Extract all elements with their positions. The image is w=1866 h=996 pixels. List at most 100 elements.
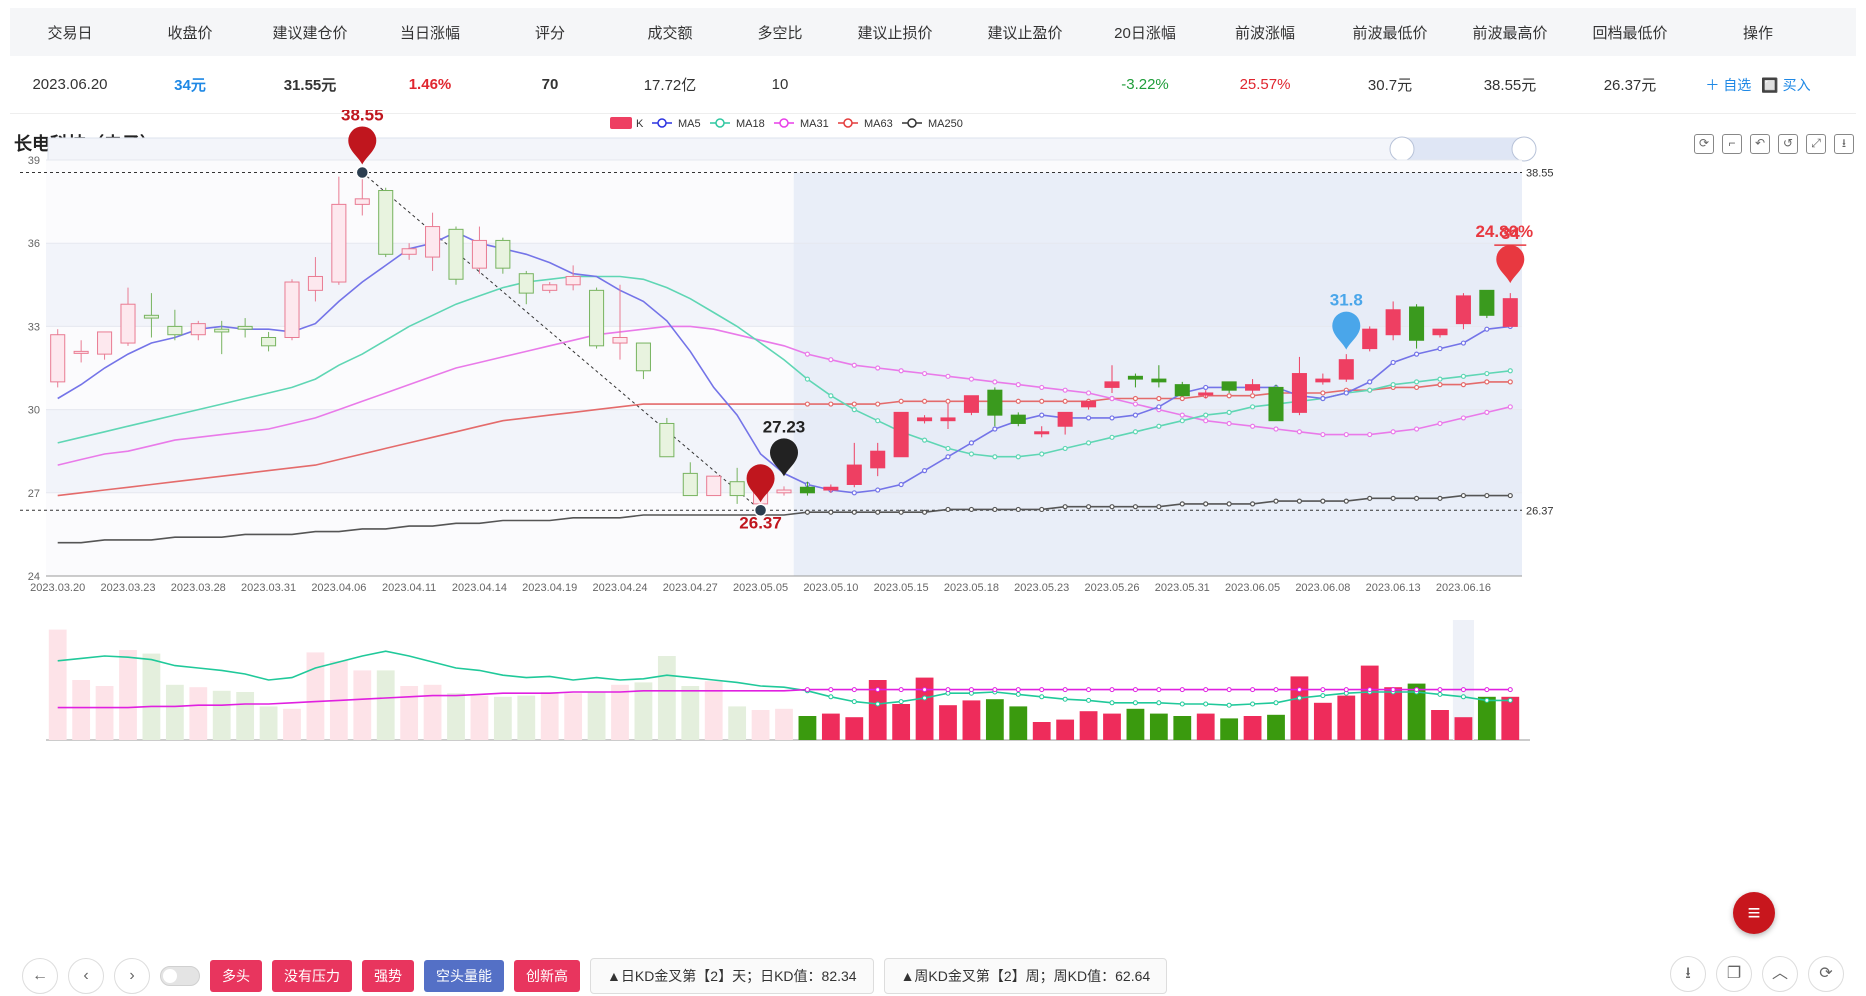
- ma-point: [1203, 384, 1209, 391]
- highlight-region: [793, 172, 1522, 577]
- volume-bar: [821, 713, 840, 740]
- candle-body: [307, 275, 323, 291]
- prev-button[interactable]: ‹: [68, 958, 104, 994]
- ma-point: [875, 418, 881, 424]
- legend-item[interactable]: MA63: [838, 118, 893, 130]
- tag-no-pressure[interactable]: 没有压力: [272, 960, 352, 992]
- candle-body: [987, 389, 1003, 416]
- add-watchlist-button[interactable]: ＋ 自选: [1705, 75, 1751, 95]
- candle-body: [1432, 328, 1448, 336]
- ma-point: [1015, 382, 1021, 388]
- candle-body: [143, 314, 159, 319]
- volume-ma-point: [851, 687, 857, 693]
- volume-bar: [48, 629, 67, 740]
- next-button[interactable]: ›: [114, 958, 150, 994]
- ma-point: [992, 506, 998, 513]
- ma-point: [1367, 431, 1373, 438]
- back-button[interactable]: ←: [22, 958, 58, 994]
- ma-point: [1437, 345, 1443, 352]
- volume-bar: [165, 684, 184, 740]
- x-tick-label: 2023.05.31: [1155, 582, 1210, 594]
- volume-ma-point: [1437, 691, 1443, 697]
- volume-bar: [1360, 665, 1379, 740]
- volume-ma-point: [1273, 687, 1279, 693]
- legend-item[interactable]: MA250: [902, 118, 963, 130]
- candle-body: [1104, 381, 1120, 388]
- legend-swatch: [610, 117, 632, 129]
- download-icon[interactable]: ⭳: [1670, 956, 1706, 992]
- header-cell: 建议止损价: [857, 24, 933, 42]
- legend-item[interactable]: MA31: [774, 118, 829, 130]
- ma-point: [898, 398, 904, 404]
- ma-point: [921, 509, 928, 515]
- volume-bar: [1009, 706, 1028, 740]
- tag-bullish[interactable]: 多头: [210, 960, 262, 992]
- ma-point: [1085, 415, 1092, 421]
- legend-item[interactable]: MA18: [710, 118, 765, 130]
- candle-body: [1479, 289, 1495, 316]
- ma-point: [1343, 390, 1349, 396]
- volume-ma-point: [1226, 687, 1232, 693]
- volume-ma-point: [898, 699, 904, 705]
- ma-point: [945, 445, 951, 452]
- ma-point: [1132, 429, 1139, 435]
- ma-point: [1296, 498, 1303, 504]
- candle-body: [167, 325, 183, 336]
- reload-icon[interactable]: ⟳: [1808, 956, 1844, 992]
- volume-ma-point: [1390, 687, 1396, 693]
- legend-item[interactable]: K: [610, 117, 644, 130]
- bottom-toolbar: ← ‹ › 多头 没有压力 强势 空头量能 创新高 ▲日KD金叉第【2】天；日K…: [22, 956, 1168, 996]
- menu-fab-button[interactable]: ≡: [1733, 892, 1775, 934]
- volume-bar: [517, 695, 536, 740]
- ma-point: [1109, 415, 1115, 421]
- row-cell: 30.7元: [1367, 77, 1413, 94]
- candle-body: [682, 472, 698, 497]
- ma-point: [1039, 398, 1045, 404]
- candle-body: [190, 323, 206, 336]
- copy-icon[interactable]: ❐: [1716, 956, 1752, 992]
- candle-body: [237, 325, 253, 330]
- ma-point: [1273, 498, 1279, 504]
- y-tick-label: 33: [28, 321, 40, 333]
- ma-point: [1203, 412, 1209, 418]
- volume-ma-point: [828, 694, 834, 700]
- ma-point: [1015, 454, 1021, 460]
- ma-point: [1437, 495, 1443, 501]
- scroll-top-icon[interactable]: ︿: [1762, 956, 1798, 992]
- ma-point: [1203, 418, 1209, 424]
- volume-ma-point: [1460, 687, 1466, 693]
- tag-new-high[interactable]: 创新高: [514, 960, 580, 992]
- volume-ma-point: [1203, 687, 1209, 693]
- x-tick-label: 2023.03.23: [100, 582, 155, 594]
- header-cell: 操作: [1742, 24, 1773, 42]
- ma-point: [1109, 504, 1115, 510]
- tag-bear-volume[interactable]: 空头量能: [424, 960, 504, 992]
- ma-point: [875, 487, 881, 493]
- ma-point: [945, 454, 951, 460]
- row-cell: 34元: [174, 77, 206, 94]
- volume-bar: [1126, 708, 1145, 740]
- percent-label: 24.86%: [1475, 222, 1533, 241]
- ma-point: [1179, 395, 1185, 402]
- legend-swatch-dot: [779, 118, 789, 128]
- candle-body: [635, 342, 651, 372]
- volume-ma-point: [1414, 687, 1420, 693]
- volume-bar: [564, 693, 583, 740]
- ma-point: [851, 509, 857, 515]
- volume-ma-point: [875, 701, 881, 707]
- ma-point: [1249, 423, 1256, 429]
- display-toggle[interactable]: [160, 966, 200, 986]
- ma-point: [1320, 498, 1326, 504]
- tag-strong[interactable]: 强势: [362, 960, 414, 992]
- ma-point: [1437, 376, 1443, 382]
- ma-point: [1203, 501, 1209, 507]
- legend-item[interactable]: MA5: [652, 118, 701, 130]
- x-tick-label: 2023.04.19: [522, 582, 577, 594]
- ma-point: [1343, 431, 1349, 438]
- ma-point: [851, 362, 857, 368]
- ma-point: [968, 451, 975, 457]
- ma-point: [1320, 390, 1326, 396]
- kline-chart[interactable]: 24273033363938.5526.372023.03.20 2023.03.…: [0, 110, 1866, 890]
- buy-button[interactable]: 🔲 买入: [1761, 75, 1810, 95]
- ma-point: [968, 376, 975, 382]
